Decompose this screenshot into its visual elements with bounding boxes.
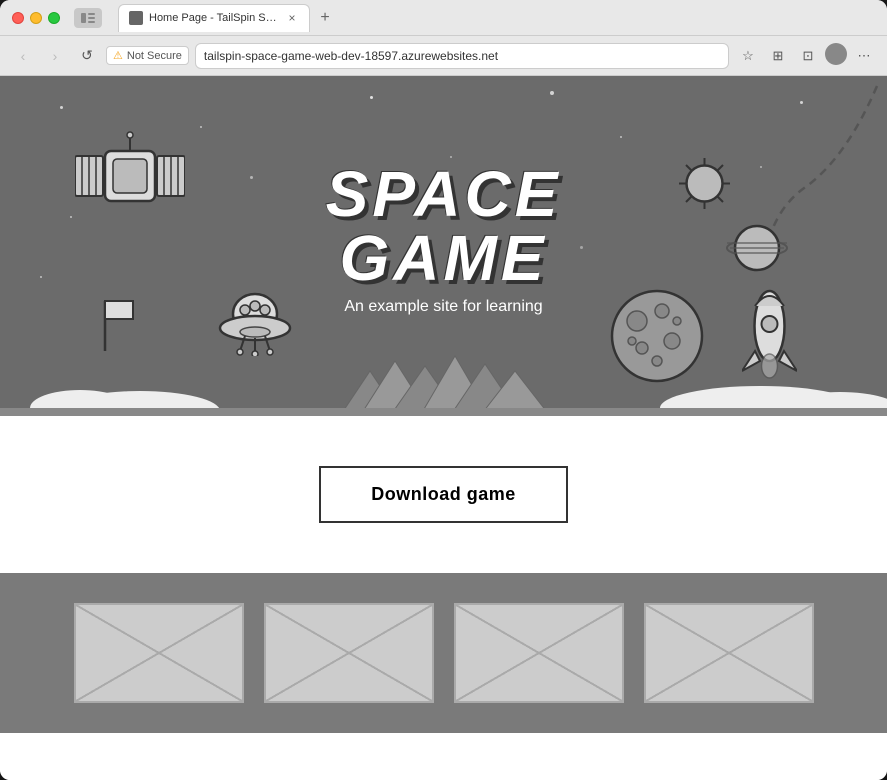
back-button[interactable]: ‹ [10,43,36,69]
security-badge: ⚠ Not Secure [106,46,189,65]
security-label: Not Secure [127,50,182,62]
gray-cards-section [0,573,887,733]
sidebar-toggle[interactable] [74,8,102,28]
warning-icon: ⚠ [113,49,123,62]
hero-section: SPACE GAME An example site for learning [0,76,887,416]
sun-icon [677,156,732,211]
forward-button[interactable]: › [42,43,68,69]
maximize-button[interactable] [48,12,60,24]
hero-subtitle: An example site for learning [344,298,542,316]
url-text: tailspin-space-game-web-dev-18597.azurew… [204,49,498,63]
ground-landscape [0,336,887,416]
nav-actions: ☆ ⊞ ⊡ ⋯ [735,43,877,69]
new-tab-button[interactable]: + [314,7,336,29]
title-bar: Home Page - TailSpin SpaceGa... × + [0,0,887,36]
profile-icon[interactable] [825,43,847,65]
active-tab[interactable]: Home Page - TailSpin SpaceGa... × [118,4,310,32]
browser-window: Home Page - TailSpin SpaceGa... × + ‹ › … [0,0,887,780]
download-section: Download game [0,416,887,573]
placeholder-card-4 [644,603,814,703]
menu-button[interactable]: ⋯ [851,43,877,69]
minimize-button[interactable] [30,12,42,24]
close-button[interactable] [12,12,24,24]
star-button[interactable]: ☆ [735,43,761,69]
share-button[interactable]: ⊡ [795,43,821,69]
tab-favicon [129,11,143,25]
traffic-lights [12,12,60,24]
download-game-button[interactable]: Download game [319,466,568,523]
hero-title: SPACE GAME [326,162,562,290]
reading-list-button[interactable]: ⊞ [765,43,791,69]
url-bar[interactable]: tailspin-space-game-web-dev-18597.azurew… [195,43,729,69]
page-content: SPACE GAME An example site for learning … [0,76,887,780]
tab-title: Home Page - TailSpin SpaceGa... [149,12,279,24]
nav-bar: ‹ › ↺ ⚠ Not Secure tailspin-space-game-w… [0,36,887,76]
tab-bar: Home Page - TailSpin SpaceGa... × + [118,4,867,32]
placeholder-card-1 [74,603,244,703]
reload-button[interactable]: ↺ [74,43,100,69]
placeholder-card-2 [264,603,434,703]
tab-close-button[interactable]: × [285,11,299,25]
satellite-icon [75,131,185,221]
hero-title-text: SPACE GAME [326,162,562,290]
planet-saturn-icon [722,221,792,276]
placeholder-card-3 [454,603,624,703]
